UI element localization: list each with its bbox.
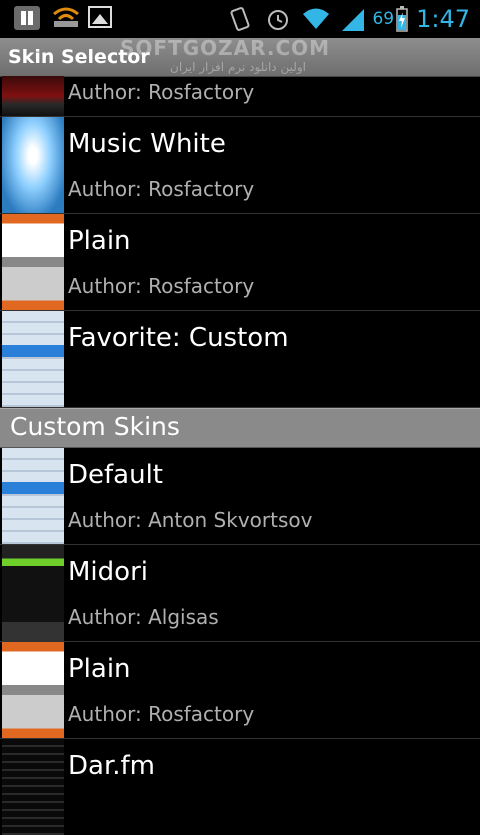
title-bar: Skin Selector SOFTGOZAR.COM اولین دانلود… <box>0 36 480 77</box>
skin-item[interactable]: Plain Author: Rosfactory <box>0 642 480 739</box>
skin-name: Music White <box>68 129 226 159</box>
skin-name: Plain <box>68 226 131 256</box>
status-bar: 69 1:47 <box>0 0 480 38</box>
pause-icon <box>14 6 40 30</box>
skin-item[interactable]: Midori Author: Algisas <box>0 545 480 642</box>
skin-author: Author: Rosfactory <box>68 702 255 726</box>
watermark-subtitle: اولین دانلود نرم افزار ایران <box>170 60 306 74</box>
skin-list[interactable]: Author: Rosfactory Music White Author: R… <box>0 76 480 835</box>
skin-thumbnail <box>2 448 64 544</box>
skin-author: Author: Anton Skvortsov <box>68 508 313 532</box>
skin-thumbnail <box>2 117 64 213</box>
wifi-icon <box>303 8 330 29</box>
battery-percent: 69 <box>372 9 395 29</box>
skin-author: Author: Rosfactory <box>68 177 255 201</box>
skin-thumbnail <box>2 642 64 738</box>
vibrate-icon <box>230 7 250 31</box>
battery-charging-icon <box>396 6 408 32</box>
skin-item[interactable]: Dar.fm <box>0 739 480 835</box>
alarm-icon <box>268 10 289 30</box>
skin-name: Dar.fm <box>68 751 156 781</box>
skin-thumbnail <box>2 739 64 835</box>
skin-author: Author: Algisas <box>68 605 219 629</box>
skin-name: Default <box>68 460 163 490</box>
skin-name: Midori <box>68 557 148 587</box>
watermark-logo: SOFTGOZAR.COM <box>120 36 331 60</box>
skin-name: Plain <box>68 654 131 684</box>
skin-author: Author: Rosfactory <box>68 80 255 104</box>
section-header-custom-skins: Custom Skins <box>0 408 480 448</box>
image-icon <box>88 6 112 28</box>
skin-item[interactable]: Author: Rosfactory <box>0 76 480 117</box>
skin-item[interactable]: Plain Author: Rosfactory <box>0 214 480 311</box>
skin-thumbnail <box>2 214 64 310</box>
section-title: Custom Skins <box>10 412 180 441</box>
skin-item[interactable]: Music White Author: Rosfactory <box>0 117 480 214</box>
skin-thumbnail <box>2 545 64 641</box>
cell-signal-icon <box>342 9 365 31</box>
skin-item-favorite[interactable]: Favorite: Custom <box>0 311 480 408</box>
skin-item[interactable]: Default Author: Anton Skvortsov <box>0 448 480 545</box>
skin-name: Favorite: Custom <box>68 323 289 353</box>
wifi-signal-icon <box>53 7 79 27</box>
skin-author: Author: Rosfactory <box>68 274 255 298</box>
skin-thumbnail <box>2 76 64 116</box>
skin-thumbnail <box>2 311 64 407</box>
clock: 1:47 <box>416 5 470 33</box>
